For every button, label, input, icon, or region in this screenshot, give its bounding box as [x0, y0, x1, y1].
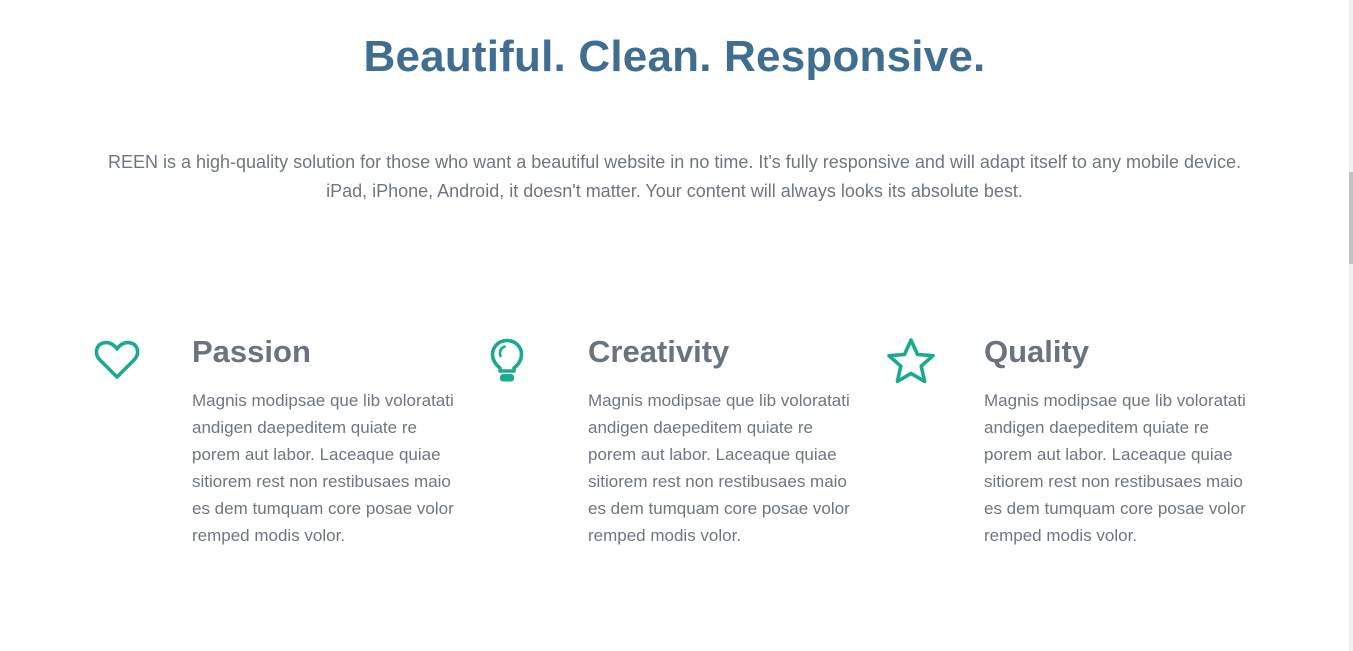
- feature-title: Passion: [192, 334, 311, 369]
- feature-description: Magnis modipsae que lib voloratati andig…: [192, 391, 454, 545]
- feature-quality: Quality Magnis modipsae que lib volorata…: [886, 330, 1266, 590]
- page: Beautiful. Clean. Responsive. REEN is a …: [0, 0, 1349, 651]
- intro-paragraph: REEN is a high-quality solution for thos…: [107, 152, 1242, 201]
- heart-icon: [94, 340, 140, 379]
- feature-creativity: Creativity Magnis modipsae que lib volor…: [490, 330, 870, 590]
- section-headline: Beautiful. Clean. Responsive.: [363, 32, 986, 81]
- lightbulb-icon: [490, 338, 524, 382]
- star-icon: [887, 338, 935, 384]
- vertical-scrollbar[interactable]: [1349, 0, 1353, 651]
- scrollbar-thumb[interactable]: [1349, 172, 1353, 264]
- feature-description: Magnis modipsae que lib voloratati andig…: [984, 391, 1246, 545]
- feature-title: Quality: [984, 334, 1090, 369]
- feature-title: Creativity: [588, 334, 730, 369]
- feature-passion: Passion Magnis modipsae que lib volorata…: [94, 330, 474, 590]
- feature-description: Magnis modipsae que lib voloratati andig…: [588, 391, 850, 545]
